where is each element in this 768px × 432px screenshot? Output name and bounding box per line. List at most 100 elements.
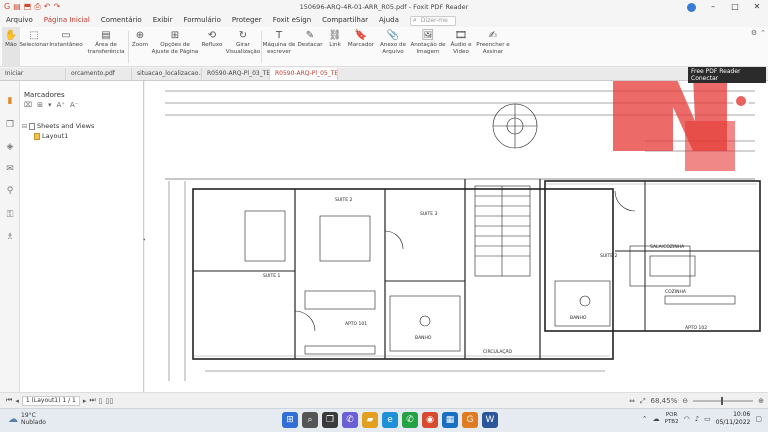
word-icon[interactable]: W xyxy=(482,412,498,428)
menu-exibir[interactable]: Exibir xyxy=(153,14,173,27)
next-page-icon[interactable]: ▸ xyxy=(83,397,87,405)
avatar[interactable] xyxy=(687,2,696,12)
menu-formulario[interactable]: Formulário xyxy=(183,14,220,27)
menu-arquivo[interactable]: Arquivo xyxy=(6,14,33,27)
task-view-icon[interactable]: ❐ xyxy=(322,412,338,428)
image-icon: 🖼 xyxy=(421,30,435,41)
foxit-reader-icon[interactable]: G xyxy=(462,412,478,428)
attachments-panel-icon[interactable]: ⚲ xyxy=(4,185,16,197)
tree-item-layout1[interactable]: Layout1 xyxy=(34,132,68,140)
notifications-icon[interactable]: ▢ xyxy=(755,415,762,423)
zoom-in-icon[interactable]: ⊕ xyxy=(758,397,764,405)
clock[interactable]: 10:06 05/11/2022 xyxy=(716,411,751,427)
image-annotation-button[interactable]: 🖼 Anotação de Imagem xyxy=(410,27,446,67)
menu-ajuda[interactable]: Ajuda xyxy=(379,14,399,27)
font-decrease-icon[interactable]: A⁻ xyxy=(70,101,78,109)
document-canvas[interactable]: SUITE 1 SUITE 2 SUITE 3 SUITE 2 APTO 101… xyxy=(145,81,768,392)
volume-icon[interactable]: ♪ xyxy=(695,415,699,423)
open-icon[interactable]: ▤ xyxy=(13,0,21,14)
bookmarks-panel: Marcadores ⌧ ⊞ ▾ A⁺ A⁻ ⊟ Sheets and View… xyxy=(20,81,144,392)
folder-icon xyxy=(34,132,40,140)
menu-comentario[interactable]: Comentário xyxy=(101,14,142,27)
bookmark-panel-icon[interactable]: ▮ xyxy=(4,95,16,107)
file-explorer-icon[interactable]: ▰ xyxy=(362,412,378,428)
fit-width-icon[interactable]: ⇔ xyxy=(629,397,635,405)
single-page-view-icon[interactable]: ▯ xyxy=(99,397,103,405)
two-page-view-icon[interactable]: ▯▯ xyxy=(106,397,114,405)
weather-widget[interactable]: ☁ 19°C Nublado xyxy=(8,412,46,426)
doc-tab-active[interactable]: R0590-ARQ-Pl_05_TE... xyxy=(270,68,338,80)
snapshot-button[interactable]: ▭ Instantâneo xyxy=(48,27,84,67)
prev-page-icon[interactable]: ◂ xyxy=(15,397,19,405)
doc-tab[interactable]: situacao_localizacao... xyxy=(132,68,202,80)
room-label: SALA/COZINHA xyxy=(650,244,685,250)
security-panel-icon[interactable]: ⚿ xyxy=(4,209,16,221)
menu-proteger[interactable]: Proteger xyxy=(232,14,262,27)
add-bookmark-icon[interactable]: ⊞ xyxy=(37,101,43,109)
minimize-button[interactable]: – xyxy=(702,0,724,14)
zoom-button[interactable]: ⊕ Zoom xyxy=(129,27,151,67)
first-page-icon[interactable]: ⏮ xyxy=(6,396,12,405)
language-indicator[interactable]: POR PTB2 xyxy=(665,412,679,426)
fill-sign-button[interactable]: ✍ Preencher e Assinar xyxy=(476,27,510,67)
tree-item-sheets[interactable]: ⊟ Sheets and Views xyxy=(22,122,94,130)
save-icon[interactable]: ⬒ xyxy=(24,0,32,14)
chat-icon[interactable]: ✆ xyxy=(342,412,358,428)
reflow-button[interactable]: ⟲ Refluxo xyxy=(199,27,225,67)
close-button[interactable]: ✕ xyxy=(746,0,768,14)
maximize-button[interactable]: □ xyxy=(724,0,746,14)
menu-foxit-esign[interactable]: Foxit eSign xyxy=(273,14,311,27)
file-attachment-button[interactable]: 📎 Anexo de Arquivo xyxy=(376,27,410,67)
font-increase-icon[interactable]: A⁺ xyxy=(56,101,64,109)
chrome-icon[interactable]: ◉ xyxy=(422,412,438,428)
edge-icon[interactable]: e xyxy=(382,412,398,428)
highlight-icon: ✎ xyxy=(305,30,315,41)
hand-tool-button[interactable]: ✋ Mão xyxy=(2,27,20,67)
audio-video-button[interactable]: 🎞 Áudio e Vídeo xyxy=(446,27,476,67)
zoom-slider[interactable] xyxy=(693,397,754,405)
print-icon[interactable]: ⎙ xyxy=(34,0,40,14)
pages-panel-icon[interactable]: ❐ xyxy=(4,119,16,131)
zoom-slider-knob[interactable] xyxy=(721,397,724,405)
chevron-up-icon[interactable]: ⌃ xyxy=(642,415,648,423)
menu-pagina-inicial[interactable]: Página Inicial xyxy=(43,14,90,28)
menu-compartilhar[interactable]: Compartilhar xyxy=(322,14,368,27)
link-button[interactable]: ⛓ Link xyxy=(324,27,346,67)
fit-page-icon[interactable]: ⤢ xyxy=(640,397,646,406)
onedrive-icon[interactable]: ☁ xyxy=(653,415,660,423)
page-fit-button[interactable]: ⊞ Opções de Ajuste de Página xyxy=(151,27,199,67)
settings-icon[interactable]: ⚙ xyxy=(751,29,757,37)
doc-tab[interactable]: Iniciar xyxy=(0,68,66,80)
whatsapp-icon[interactable]: ✆ xyxy=(402,412,418,428)
bookmark-button[interactable]: 🔖 Marcador xyxy=(346,27,376,67)
rotate-view-button[interactable]: ↻ Girar Visualização xyxy=(225,27,261,67)
options-icon[interactable]: ▾ xyxy=(48,101,52,109)
undo-icon[interactable]: ↶ xyxy=(44,0,51,14)
highlight-button[interactable]: ✎ Destacar xyxy=(296,27,324,67)
room-label: SUITE 2 xyxy=(600,253,617,259)
room-label: SUITE 3 xyxy=(420,211,437,217)
redo-icon[interactable]: ↷ xyxy=(53,0,60,14)
delete-bookmark-icon[interactable]: ⌧ xyxy=(24,101,32,109)
doc-tab[interactable]: orcamento.pdf xyxy=(66,68,132,80)
comments-panel-icon[interactable]: ✉ xyxy=(4,163,16,175)
start-icon[interactable]: ⊞ xyxy=(282,412,298,428)
wifi-icon[interactable]: ◠ xyxy=(684,415,690,423)
zoom-level[interactable]: 68,45% xyxy=(651,397,678,405)
collapse-icon[interactable]: ⊟ xyxy=(22,123,27,130)
page-indicator[interactable]: 1 (Layout1) 1 / 1 xyxy=(21,395,80,406)
select-tool-button[interactable]: ⬚ Selecionar xyxy=(19,27,48,67)
store-icon[interactable]: ▦ xyxy=(442,412,458,428)
battery-icon[interactable]: ▭ xyxy=(704,415,711,423)
typewriter-button[interactable]: T Máquina de escrever xyxy=(262,27,296,67)
zoom-out-icon[interactable]: ⊖ xyxy=(682,397,688,405)
last-page-icon[interactable]: ⏭ xyxy=(89,396,95,405)
layers-panel-icon[interactable]: ◈ xyxy=(4,141,16,153)
doc-tab[interactable]: R0590-ARQ-Pl_03_TE... xyxy=(202,68,270,80)
notification-popup[interactable]: Free PDF Reader Conectar xyxy=(688,67,766,83)
signature-panel-icon[interactable]: ♗ xyxy=(4,231,16,243)
search-icon[interactable]: ⌕ xyxy=(302,412,318,428)
clipboard-button[interactable]: ▤ Área de transferência xyxy=(84,27,128,67)
collapse-ribbon-icon[interactable]: ⌃ xyxy=(760,29,766,37)
tell-me-search-input[interactable]: Dizer-me xyxy=(409,15,456,26)
